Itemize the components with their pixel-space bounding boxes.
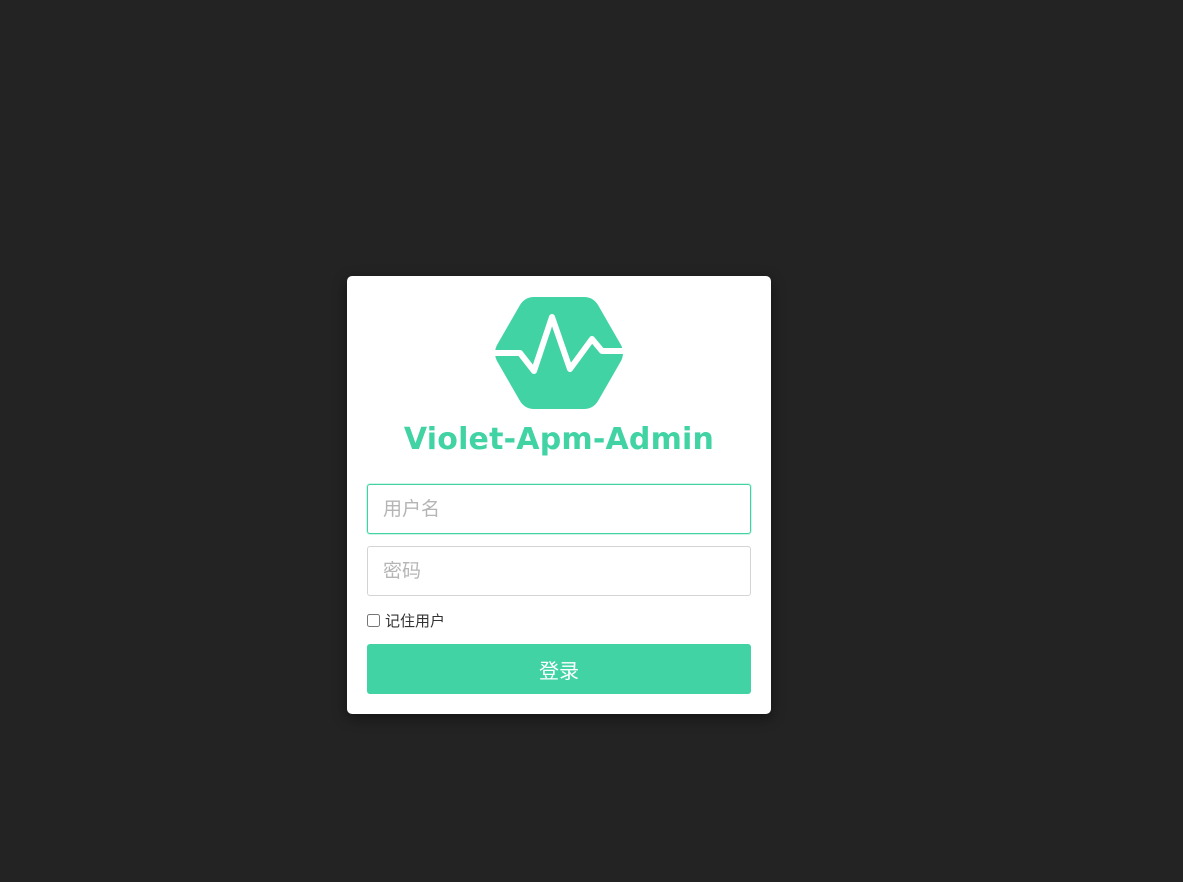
login-card: Violet-Apm-Admin 记住用户 登录 [347,276,771,714]
login-button[interactable]: 登录 [367,644,751,694]
pulse-hexagon-icon [494,295,624,411]
app-title: Violet-Apm-Admin [403,422,715,457]
username-input[interactable] [367,484,751,534]
password-input[interactable] [367,546,751,596]
remember-user-option[interactable]: 记住用户 [367,610,445,631]
remember-user-label: 记住用户 [385,612,446,630]
remember-user-checkbox[interactable] [367,614,380,627]
